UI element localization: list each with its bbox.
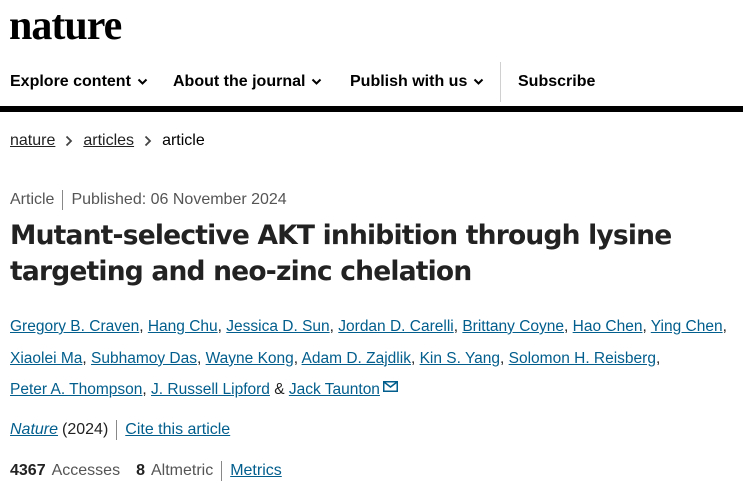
chevron-down-icon bbox=[474, 78, 484, 85]
breadcrumb: nature articles article bbox=[10, 132, 205, 150]
subscribe-link[interactable]: Subscribe bbox=[518, 60, 595, 104]
publication-year: (2024) bbox=[62, 421, 109, 438]
envelope-icon[interactable] bbox=[382, 381, 398, 392]
citation-line: Nature (2024) Cite this article bbox=[10, 420, 230, 440]
article-type: Article bbox=[10, 191, 55, 208]
article-metrics: 4367 Accesses 8 Altmetric Metrics bbox=[10, 461, 282, 481]
metrics-link[interactable]: Metrics bbox=[230, 462, 282, 480]
author-link[interactable]: Solomon H. Reisberg bbox=[509, 350, 656, 367]
author-link[interactable]: Hang Chu bbox=[148, 318, 218, 335]
published-date: Published: 06 November 2024 bbox=[71, 191, 287, 208]
author-link[interactable]: Subhamoy Das bbox=[91, 350, 197, 367]
breadcrumb-articles[interactable]: articles bbox=[83, 132, 134, 150]
nav-publish-with-us[interactable]: Publish with us bbox=[350, 60, 484, 104]
nav-about-journal-label: About the journal bbox=[173, 73, 306, 90]
author-link[interactable]: Wayne Kong bbox=[206, 350, 294, 367]
nav-publish-with-us-label: Publish with us bbox=[350, 73, 468, 90]
author-link[interactable]: Gregory B. Craven bbox=[10, 318, 139, 335]
main-nav: Explore content About the journal Publis… bbox=[0, 60, 743, 104]
nav-explore-content[interactable]: Explore content bbox=[10, 60, 148, 104]
meta-divider bbox=[62, 190, 64, 210]
nature-logo[interactable]: nature bbox=[9, 2, 122, 50]
chevron-down-icon bbox=[137, 78, 148, 85]
nav-explore-content-label: Explore content bbox=[10, 73, 131, 90]
chevron-down-icon bbox=[312, 78, 322, 85]
article-meta: Article Published: 06 November 2024 bbox=[10, 190, 287, 210]
accesses-label: Accesses bbox=[51, 462, 121, 479]
author-link[interactable]: J. Russell Lipford bbox=[151, 381, 270, 398]
author-link[interactable]: Kin S. Yang bbox=[420, 350, 500, 367]
header-rule bbox=[0, 106, 743, 112]
altmetric-label: Altmetric bbox=[150, 462, 214, 479]
breadcrumb-nature[interactable]: nature bbox=[10, 132, 55, 150]
author-link[interactable]: Hao Chen bbox=[573, 318, 643, 335]
nav-about-journal[interactable]: About the journal bbox=[173, 60, 322, 104]
author-link[interactable]: Adam D. Zajdlik bbox=[302, 350, 411, 367]
altmetric-score: 8 bbox=[136, 462, 145, 479]
accesses-count: 4367 bbox=[10, 462, 46, 479]
journal-link[interactable]: Nature bbox=[10, 421, 58, 439]
article-title: Mutant-selective AKT inhibition through … bbox=[10, 220, 672, 287]
author-link[interactable]: Jack Taunton bbox=[289, 381, 380, 398]
chevron-right-icon bbox=[144, 135, 152, 147]
author-list: Gregory B. Craven, Hang Chu, Jessica D. … bbox=[10, 318, 727, 398]
cite-article-link[interactable]: Cite this article bbox=[125, 421, 230, 439]
breadcrumb-current: article bbox=[162, 132, 205, 149]
author-link[interactable]: Ying Chen bbox=[651, 318, 723, 335]
author-link[interactable]: Jessica D. Sun bbox=[226, 318, 329, 335]
chevron-right-icon bbox=[65, 135, 73, 147]
author-link[interactable]: Jordan D. Carelli bbox=[338, 318, 453, 335]
nav-divider bbox=[500, 62, 501, 102]
author-link[interactable]: Peter A. Thompson bbox=[10, 381, 142, 398]
author-link[interactable]: Xiaolei Ma bbox=[10, 350, 82, 367]
citation-divider bbox=[116, 420, 118, 440]
metrics-divider bbox=[221, 461, 223, 481]
author-link[interactable]: Brittany Coyne bbox=[462, 318, 564, 335]
